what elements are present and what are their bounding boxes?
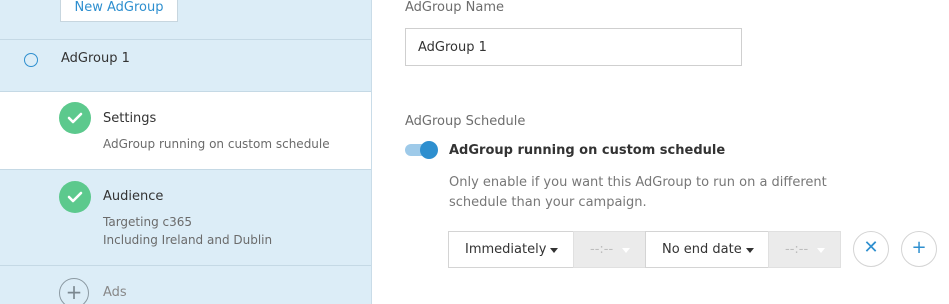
start-time-select[interactable]: --:-- [573, 231, 646, 268]
toggle-label: AdGroup running on custom schedule [449, 143, 726, 158]
adgroup-label: AdGroup 1 [61, 51, 130, 66]
caret-down-icon [622, 248, 630, 253]
adgroup-radio[interactable] [24, 53, 38, 67]
step-subtitle: Targeting c365 [103, 215, 192, 229]
adgroup-item[interactable] [0, 40, 371, 92]
end-time-value: --:-- [785, 242, 809, 257]
start-select-value: Immediately [465, 242, 547, 257]
end-time-select[interactable]: --:-- [768, 231, 841, 268]
step-title: Audience [103, 189, 164, 204]
check-icon [59, 181, 91, 213]
close-icon: ✕ [863, 237, 879, 258]
end-select[interactable]: No end date [645, 231, 769, 268]
custom-schedule-toggle[interactable] [405, 141, 438, 159]
add-schedule-button[interactable]: + [901, 231, 937, 267]
check-icon [59, 102, 91, 134]
sidebar-step-audience[interactable]: Audience Targeting c365 Including Irelan… [0, 170, 371, 265]
step-subtitle: AdGroup running on custom schedule [103, 137, 330, 151]
toggle-knob [420, 141, 438, 159]
caret-down-icon [550, 248, 558, 253]
end-select-value: No end date [662, 242, 742, 257]
sidebar-step-settings[interactable]: Settings AdGroup running on custom sched… [0, 92, 371, 169]
start-time-value: --:-- [590, 242, 614, 257]
sidebar: New AdGroup AdGroup 1 Settings AdGroup r… [0, 0, 372, 304]
divider [0, 265, 371, 266]
adgroup-schedule-label: AdGroup Schedule [405, 114, 526, 129]
remove-schedule-button[interactable]: ✕ [853, 231, 889, 267]
help-text: Only enable if you want this AdGroup to … [449, 175, 827, 210]
adgroup-name-label: AdGroup Name [405, 0, 504, 15]
caret-down-icon [746, 248, 754, 253]
main-panel: AdGroup Name AdGroup Schedule AdGroup ru… [372, 0, 949, 304]
caret-down-icon [817, 248, 825, 253]
plus-icon: + [911, 237, 927, 258]
plus-icon[interactable]: + [59, 278, 89, 304]
start-select[interactable]: Immediately [448, 231, 574, 268]
step-title: Settings [103, 111, 157, 126]
step-subtitle: Including Ireland and Dublin [103, 233, 273, 247]
adgroup-name-input[interactable] [405, 28, 742, 66]
step-title-ads[interactable]: Ads [103, 285, 127, 300]
new-adgroup-button[interactable]: New AdGroup [60, 0, 178, 22]
